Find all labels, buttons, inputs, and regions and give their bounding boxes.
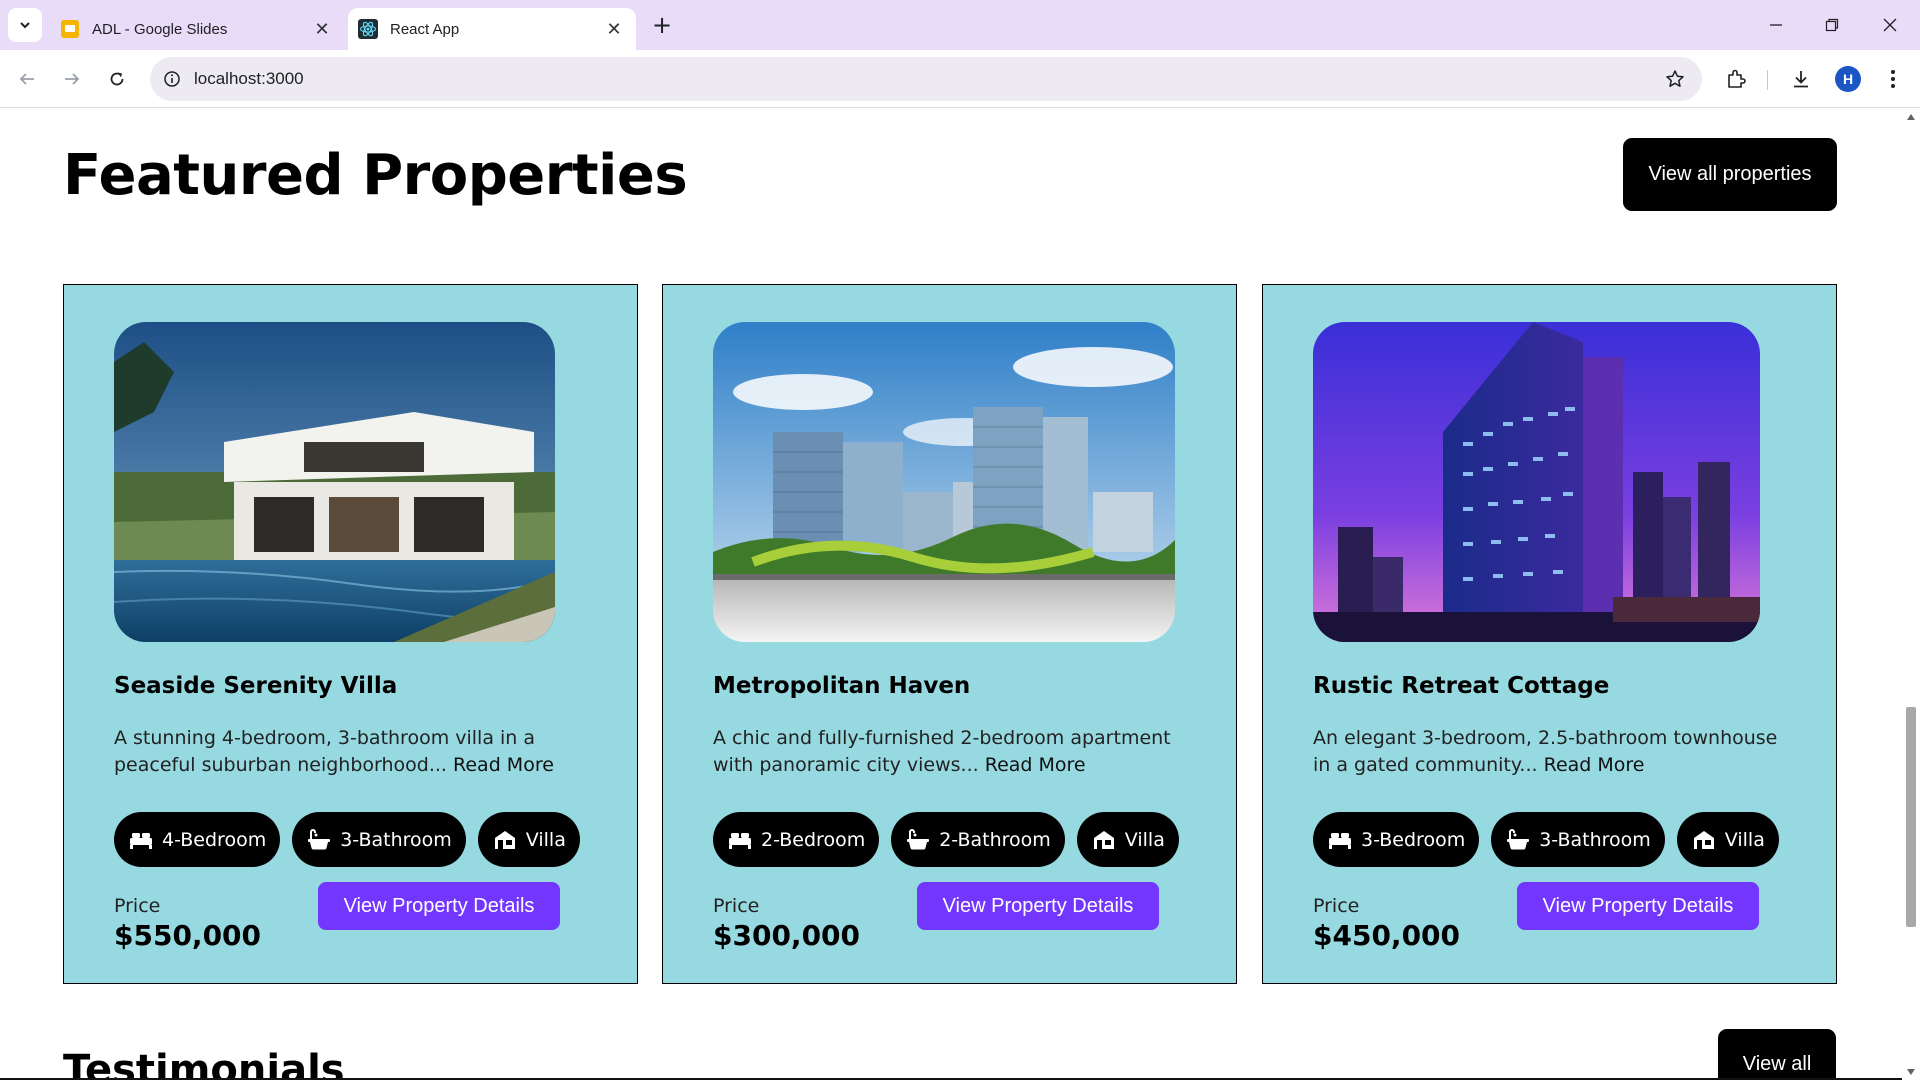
page-viewport: Featured Properties View all properties [0, 109, 1902, 1080]
property-description: A chic and fully-furnished 2-bedroom apa… [713, 725, 1193, 779]
price-label: Price [1313, 895, 1360, 917]
google-slides-icon [60, 19, 80, 39]
react-icon [358, 19, 378, 39]
property-description: An elegant 3-bedroom, 2.5-bathroom townh… [1313, 725, 1793, 779]
chevron-down-icon [20, 22, 30, 29]
bathroom-chip: 2-Bathroom [891, 812, 1065, 867]
bathroom-label: 3-Bathroom [340, 828, 452, 851]
profile-avatar[interactable]: H [1835, 66, 1861, 92]
price-label: Price [713, 895, 760, 917]
price-label: Price [114, 895, 161, 917]
property-price: $300,000 [713, 919, 861, 952]
property-image-villa[interactable] [114, 322, 555, 642]
restore-icon[interactable] [1812, 8, 1852, 42]
home-icon [1691, 827, 1717, 853]
read-more-link[interactable]: Read More [985, 754, 1086, 776]
property-price: $550,000 [114, 919, 262, 952]
property-features: 2-Bedroom 2-Bathroom Villa [713, 812, 1179, 867]
type-label: Villa [525, 828, 566, 851]
view-property-details-button[interactable]: View Property Details [318, 882, 560, 930]
tab-react-app[interactable]: React App ✕ [348, 8, 636, 50]
type-label: Villa [1124, 828, 1165, 851]
view-property-details-button[interactable]: View Property Details [1517, 882, 1759, 930]
toolbar-divider [1767, 70, 1768, 90]
close-tab-icon[interactable]: ✕ [602, 17, 626, 41]
bath-icon [905, 827, 931, 853]
bathroom-chip: 3-Bathroom [1491, 812, 1665, 867]
download-icon[interactable] [1784, 62, 1818, 96]
property-card: Metropolitan Haven A chic and fully-furn… [662, 284, 1237, 984]
bedroom-chip: 3-Bedroom [1313, 812, 1480, 867]
bath-icon [1505, 827, 1531, 853]
description-text: A chic and fully-furnished 2-bedroom apa… [713, 727, 1171, 776]
bathroom-label: 2-Bathroom [939, 828, 1051, 851]
bath-icon [306, 827, 332, 853]
property-card: Rustic Retreat Cottage An elegant 3-bedr… [1262, 284, 1837, 984]
reload-icon[interactable] [100, 62, 134, 96]
back-arrow-icon[interactable] [10, 62, 44, 96]
view-all-testimonials-button[interactable]: View all [1718, 1029, 1836, 1080]
address-bar[interactable]: localhost:3000 [150, 57, 1702, 101]
property-price: $450,000 [1313, 919, 1461, 952]
home-icon [1091, 827, 1117, 853]
bed-icon [128, 827, 154, 853]
bookmark-star-icon[interactable] [1660, 64, 1690, 94]
property-image-apartment[interactable] [713, 322, 1175, 642]
property-name: Metropolitan Haven [713, 673, 971, 699]
property-features: 4-Bedroom 3-Bathroom Villa [114, 812, 580, 867]
type-chip: Villa [1076, 812, 1179, 867]
tab-title: ADL - Google Slides [92, 20, 228, 38]
new-tab-button[interactable]: + [648, 12, 676, 40]
page-scrollbar[interactable] [1902, 109, 1920, 1080]
featured-properties-title: Featured Properties [63, 143, 688, 208]
view-property-details-button[interactable]: View Property Details [917, 882, 1159, 930]
menu-kebab-icon[interactable] [1876, 62, 1910, 96]
url-text: localhost:3000 [194, 69, 304, 88]
view-all-properties-button[interactable]: View all properties [1623, 138, 1837, 211]
scroll-up-arrow-icon[interactable] [1907, 114, 1915, 120]
type-chip: Villa [1676, 812, 1779, 867]
browser-toolbar: localhost:3000 [0, 50, 1920, 108]
property-description: A stunning 4-bedroom, 3-bathroom villa i… [114, 725, 594, 779]
tab-google-slides[interactable]: ADL - Google Slides ✕ [50, 8, 344, 50]
property-name: Rustic Retreat Cottage [1313, 673, 1610, 699]
tab-title: React App [390, 20, 460, 38]
bedroom-chip: 2-Bedroom [713, 812, 880, 867]
bathroom-chip: 3-Bathroom [292, 812, 466, 867]
close-window-icon[interactable] [1870, 8, 1910, 42]
bedroom-chip: 4-Bedroom [114, 812, 281, 867]
bedroom-label: 3-Bedroom [1361, 828, 1466, 851]
scroll-down-arrow-icon[interactable] [1907, 1069, 1915, 1075]
browser-tab-strip: ADL - Google Slides ✕ React App ✕ + [0, 0, 1920, 50]
home-icon [492, 827, 518, 853]
bedroom-label: 4-Bedroom [162, 828, 267, 851]
close-tab-icon[interactable]: ✕ [310, 17, 334, 41]
bedroom-label: 2-Bedroom [761, 828, 866, 851]
property-card: Seaside Serenity Villa A stunning 4-bedr… [63, 284, 638, 984]
bathroom-label: 3-Bathroom [1539, 828, 1651, 851]
type-label: Villa [1724, 828, 1765, 851]
type-chip: Villa [477, 812, 580, 867]
extensions-icon[interactable] [1719, 62, 1753, 96]
forward-arrow-icon[interactable] [55, 62, 89, 96]
bed-icon [727, 827, 753, 853]
minimize-icon[interactable] [1756, 8, 1796, 42]
property-name: Seaside Serenity Villa [114, 673, 398, 699]
testimonials-title: Testimonials [63, 1047, 345, 1080]
scrollbar-thumb[interactable] [1906, 707, 1916, 927]
site-info-icon[interactable] [160, 67, 184, 91]
property-image-skyscraper[interactable] [1313, 322, 1760, 642]
bed-icon [1327, 827, 1353, 853]
property-features: 3-Bedroom 3-Bathroom Villa [1313, 812, 1779, 867]
read-more-link[interactable]: Read More [1544, 754, 1645, 776]
read-more-link[interactable]: Read More [453, 754, 554, 776]
tab-search-button[interactable] [8, 8, 42, 42]
